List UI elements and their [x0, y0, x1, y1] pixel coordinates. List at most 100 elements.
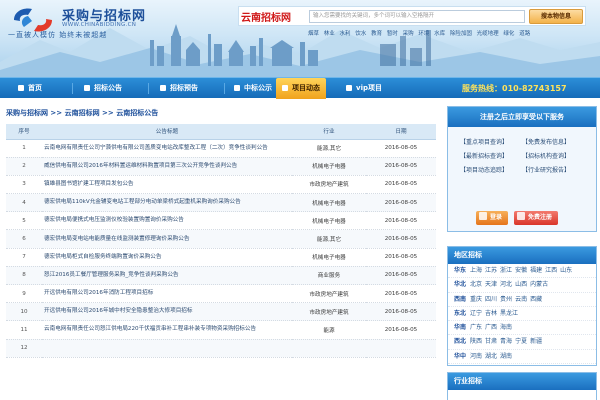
date-cell: 2016-08-05 — [366, 157, 436, 176]
service-link[interactable]: 【项目动态追踪】 — [460, 165, 522, 174]
hot-keyword[interactable]: 光缆地理 — [477, 31, 499, 37]
notice-title-link[interactable]: 镇雄县图书馆扩建工程项目发包公告 — [42, 175, 292, 195]
province-link[interactable]: 辽宁 — [470, 310, 482, 317]
table-row[interactable]: 6 德宏供电局变电站电能质量在线监测装置修理询价采购公告 能源,其它 2016-08-… — [6, 229, 436, 249]
province-link[interactable]: 天津 — [485, 281, 497, 288]
hot-keyword[interactable]: 采购 — [403, 31, 414, 37]
service-link[interactable]: 【重点项目查询】 — [460, 137, 522, 146]
table-row[interactable]: 1 云南电网有限责任公司宁蒗供电有限公司盖质变电站改库整改工程（二次）竞争性谈判公… — [6, 139, 436, 158]
province-link[interactable]: 海南 — [500, 324, 512, 331]
date-cell — [366, 339, 436, 358]
province-link[interactable]: 云南 — [515, 296, 527, 303]
province-link[interactable]: 陕西 — [470, 338, 482, 345]
notice-title-link[interactable]: 开远供电有限公司2016年城中村安全隐患整治大修项目招标 — [42, 302, 292, 322]
province-link[interactable]: 宁夏 — [515, 338, 527, 345]
province-link[interactable]: 西藏 — [530, 296, 542, 303]
province-link[interactable]: 新疆 — [530, 338, 542, 345]
hot-keyword[interactable]: 环境 — [418, 31, 429, 37]
service-list: 【重点项目查询】 【免费发布信息】 【最新招标查询】 【招标机构查询】 【项目动态追… — [460, 137, 590, 179]
table-row[interactable]: 2 威信供电有限公司2016年材料置运维材料购置项目第三次公开竞争性谈判公告 机械电… — [6, 157, 436, 176]
hot-keyword[interactable]: 水利 — [340, 31, 351, 37]
notice-title-link[interactable]: 怒江2016员工餐厅管理服务采购_竞争性谈判采购公告 — [42, 266, 292, 286]
notice-title-link[interactable]: 德宏供电局110kV允金辅变电站工程部分电动单梁桥式起重机采购询价采购公告 — [42, 193, 292, 213]
table-row[interactable]: 7 德宏供电局柜式自检服务终端购置询价采购公告 机械电子电器 2016-08-05 — [6, 248, 436, 267]
hot-keyword[interactable]: 教育 — [371, 31, 382, 37]
province-link[interactable]: 青海 — [500, 338, 512, 345]
notice-title-link[interactable]: 德宏供电局便携式电压监测仪校验装置购置询价采购公告 — [42, 211, 292, 231]
nav-award[interactable]: 中标公示 — [234, 78, 272, 99]
hot-keyword[interactable]: 烟草 — [308, 31, 319, 37]
table-row[interactable]: 8 怒江2016员工餐厅管理服务采购_竞争性谈判采购公告 商业服务 2016-08-0… — [6, 266, 436, 286]
region-name[interactable]: 华北 — [454, 281, 466, 288]
hot-keyword[interactable]: 水库 — [434, 31, 445, 37]
region-name[interactable]: 华中 — [454, 353, 466, 360]
hot-keyword[interactable]: 绿化 — [503, 31, 514, 37]
notice-title-link[interactable]: 云南电网有限责任公司宁蒗供电有限公司盖质变电站改库整改工程（二次）竞争性谈判公告 — [42, 139, 292, 158]
service-link[interactable]: 【招标机构查询】 — [522, 151, 584, 160]
notice-title-link[interactable] — [42, 339, 292, 358]
province-link[interactable]: 贵州 — [500, 296, 512, 303]
nav-project-news[interactable]: 项目动态 — [276, 78, 326, 99]
region-name[interactable]: 西北 — [454, 338, 466, 345]
notice-title-link[interactable]: 开远供电有限公司2016年消防工程项目招标 — [42, 284, 292, 304]
region-row: 华北 北京 天津 河北 山西 内蒙古 — [448, 278, 596, 293]
province-link[interactable]: 河南 — [470, 353, 482, 360]
hot-keyword[interactable]: 暂时 — [387, 31, 398, 37]
table-row[interactable]: 3 镇雄县图书馆扩建工程项目发包公告 市政房地产建筑 2016-08-05 — [6, 175, 436, 195]
search-button[interactable]: 搜本物信息 — [529, 9, 583, 24]
province-link[interactable]: 安徽 — [515, 267, 527, 274]
table-row[interactable]: 10 开远供电有限公司2016年城中村安全隐患整治大修项目招标 市政房地产建筑 201… — [6, 302, 436, 322]
region-name[interactable]: 西南 — [454, 296, 466, 303]
nav-vip[interactable]: vip项目 — [346, 78, 382, 99]
province-link[interactable]: 上海 — [470, 267, 482, 274]
province-link[interactable]: 四川 — [485, 296, 497, 303]
service-link[interactable]: 【免费发布信息】 — [522, 137, 584, 146]
register-button[interactable]: 免费注册 — [513, 211, 558, 225]
province-link[interactable]: 甘肃 — [485, 338, 497, 345]
service-link[interactable]: 【最新招标查询】 — [460, 151, 522, 160]
nav-home[interactable]: 首页 — [18, 78, 42, 99]
region-name[interactable]: 华东 — [454, 267, 466, 274]
notice-title-link[interactable]: 云南电网有限责任公司怒江供电局220千伏福贡串补工程串补装专项物资采购招标公告 — [42, 320, 292, 340]
table-row[interactable]: 4 德宏供电局110kV允金辅变电站工程部分电动单梁桥式起重机采购询价采购公告 机械… — [6, 193, 436, 213]
province-link[interactable]: 江西 — [545, 267, 557, 274]
service-link[interactable]: 【行业研究报告】 — [522, 165, 584, 174]
hot-keyword[interactable]: 林业 — [324, 31, 335, 37]
province-link[interactable]: 河北 — [500, 281, 512, 288]
table-row[interactable]: 9 开远供电有限公司2016年消防工程项目招标 市政房地产建筑 2016-08-05 — [6, 284, 436, 304]
province-link[interactable]: 广西 — [485, 324, 497, 331]
notice-title-link[interactable]: 威信供电有限公司2016年材料置运维材料购置项目第三次公开竞争性谈判公告 — [42, 157, 292, 176]
table-row[interactable]: 5 德宏供电局便携式电压监测仪校验装置购置询价采购公告 机械电子电器 2016-08-… — [6, 211, 436, 231]
login-button[interactable]: 登录 — [476, 211, 509, 225]
province-link[interactable]: 湖北 — [485, 353, 497, 360]
province-link[interactable]: 湖南 — [500, 353, 512, 360]
province-link[interactable]: 山东 — [560, 267, 572, 274]
member-service-box: 注册之后立即享受以下服务 【重点项目查询】 【免费发布信息】 【最新招标查询】 【招… — [447, 106, 597, 232]
site-tag: 云南招标网 — [241, 13, 291, 24]
province-link[interactable]: 浙江 — [500, 267, 512, 274]
industry-cell: 能源,其它 — [292, 229, 366, 249]
hot-keyword[interactable]: 除险加固 — [450, 31, 472, 37]
region-name[interactable]: 东北 — [454, 310, 466, 317]
province-link[interactable]: 福建 — [530, 267, 542, 274]
nav-bid-preview[interactable]: 招标预告 — [160, 78, 198, 99]
province-link[interactable]: 内蒙古 — [530, 281, 548, 288]
table-row[interactable]: 11 云南电网有限责任公司怒江供电局220千伏福贡串补工程串补装专项物资采购招标公… — [6, 320, 436, 340]
notice-title-link[interactable]: 德宏供电局柜式自检服务终端购置询价采购公告 — [42, 248, 292, 267]
province-link[interactable]: 黑龙江 — [500, 310, 518, 317]
table-row[interactable]: 12 — [6, 339, 436, 358]
region-name[interactable]: 华南 — [454, 324, 466, 331]
province-link[interactable]: 广东 — [470, 324, 482, 331]
province-link[interactable]: 江苏 — [485, 267, 497, 274]
province-link[interactable]: 山西 — [515, 281, 527, 288]
province-link[interactable]: 吉林 — [485, 310, 497, 317]
province-link[interactable]: 重庆 — [470, 296, 482, 303]
hot-keyword[interactable]: 饮水 — [355, 31, 366, 37]
search-input[interactable]: 输入您需要找的关键词，多个词可以输入空格隔开 — [309, 10, 525, 23]
hot-keyword[interactable]: 道路 — [519, 31, 530, 37]
nav-bid-notice[interactable]: 招标公告 — [84, 78, 122, 99]
notice-title-link[interactable]: 德宏供电局变电站电能质量在线监测装置修理询价采购公告 — [42, 229, 292, 249]
region-box-title: 地区招标 — [448, 247, 596, 264]
province-link[interactable]: 北京 — [470, 281, 482, 288]
site-logo[interactable]: 采购与招标网 WWW.CHINABIDDING.CN — [10, 3, 210, 47]
